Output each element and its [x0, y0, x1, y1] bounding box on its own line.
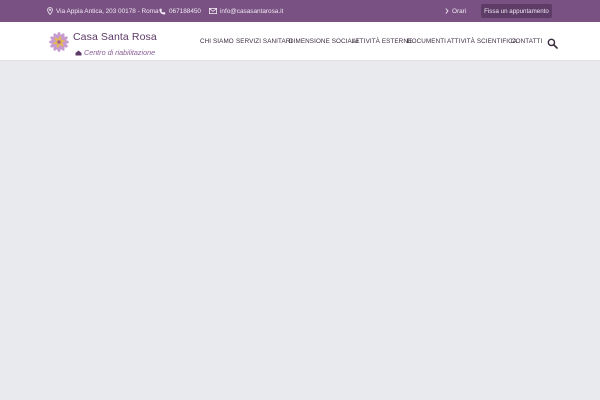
logo-subtitle-row: Centro di riabilitazione — [75, 43, 155, 61]
site-header: Casa Santa Rosa Centro di riabilitazione… — [0, 22, 600, 61]
nav-documenti[interactable]: DOCUMENTI — [407, 22, 446, 61]
main-content-area — [0, 62, 600, 400]
address-text: Via Appia Antica, 203 00178 - Roma — [56, 7, 159, 15]
hours-label: Orari — [452, 7, 467, 15]
map-pin-icon — [47, 7, 53, 15]
nav-attivita-scientifica[interactable]: ATTIVITÀ SCIENTIFICA — [447, 22, 517, 61]
nav-attivita-esterne[interactable]: ATTIVITÀ ESTERNE — [352, 22, 412, 61]
site-logo[interactable]: Casa Santa Rosa Centro di riabilitazione — [47, 30, 159, 57]
appointment-button[interactable]: Fissa un appuntamento — [481, 4, 552, 18]
nav-dimensione-sociale[interactable]: DIMENSIONE SOCIALE — [289, 22, 360, 61]
flower-logo-icon — [47, 31, 71, 58]
logo-title: Casa Santa Rosa — [73, 31, 157, 43]
logo-subtitle: Centro di riabilitazione — [84, 47, 156, 57]
chevron-right-icon — [445, 8, 449, 14]
phone-icon — [159, 8, 166, 15]
hours-link[interactable]: Orari — [445, 0, 466, 22]
nav-chi-siamo[interactable]: CHI SIAMO — [200, 22, 234, 61]
top-info-bar: Via Appia Antica, 203 00178 - Roma 06718… — [0, 0, 600, 22]
nav-contatti[interactable]: CONTATTI — [511, 22, 542, 61]
search-icon[interactable] — [547, 36, 558, 49]
email-info[interactable]: info@casasantarosa.it — [209, 0, 283, 22]
mail-icon — [209, 8, 217, 14]
house-icon — [75, 43, 82, 61]
email-text: info@casasantarosa.it — [220, 7, 284, 15]
phone-text: 067188450 — [169, 7, 201, 15]
address-info: Via Appia Antica, 203 00178 - Roma — [47, 0, 159, 22]
phone-info[interactable]: 067188450 — [159, 0, 201, 22]
nav-servizi-sanitari[interactable]: SERVIZI SANITARI — [236, 22, 292, 61]
